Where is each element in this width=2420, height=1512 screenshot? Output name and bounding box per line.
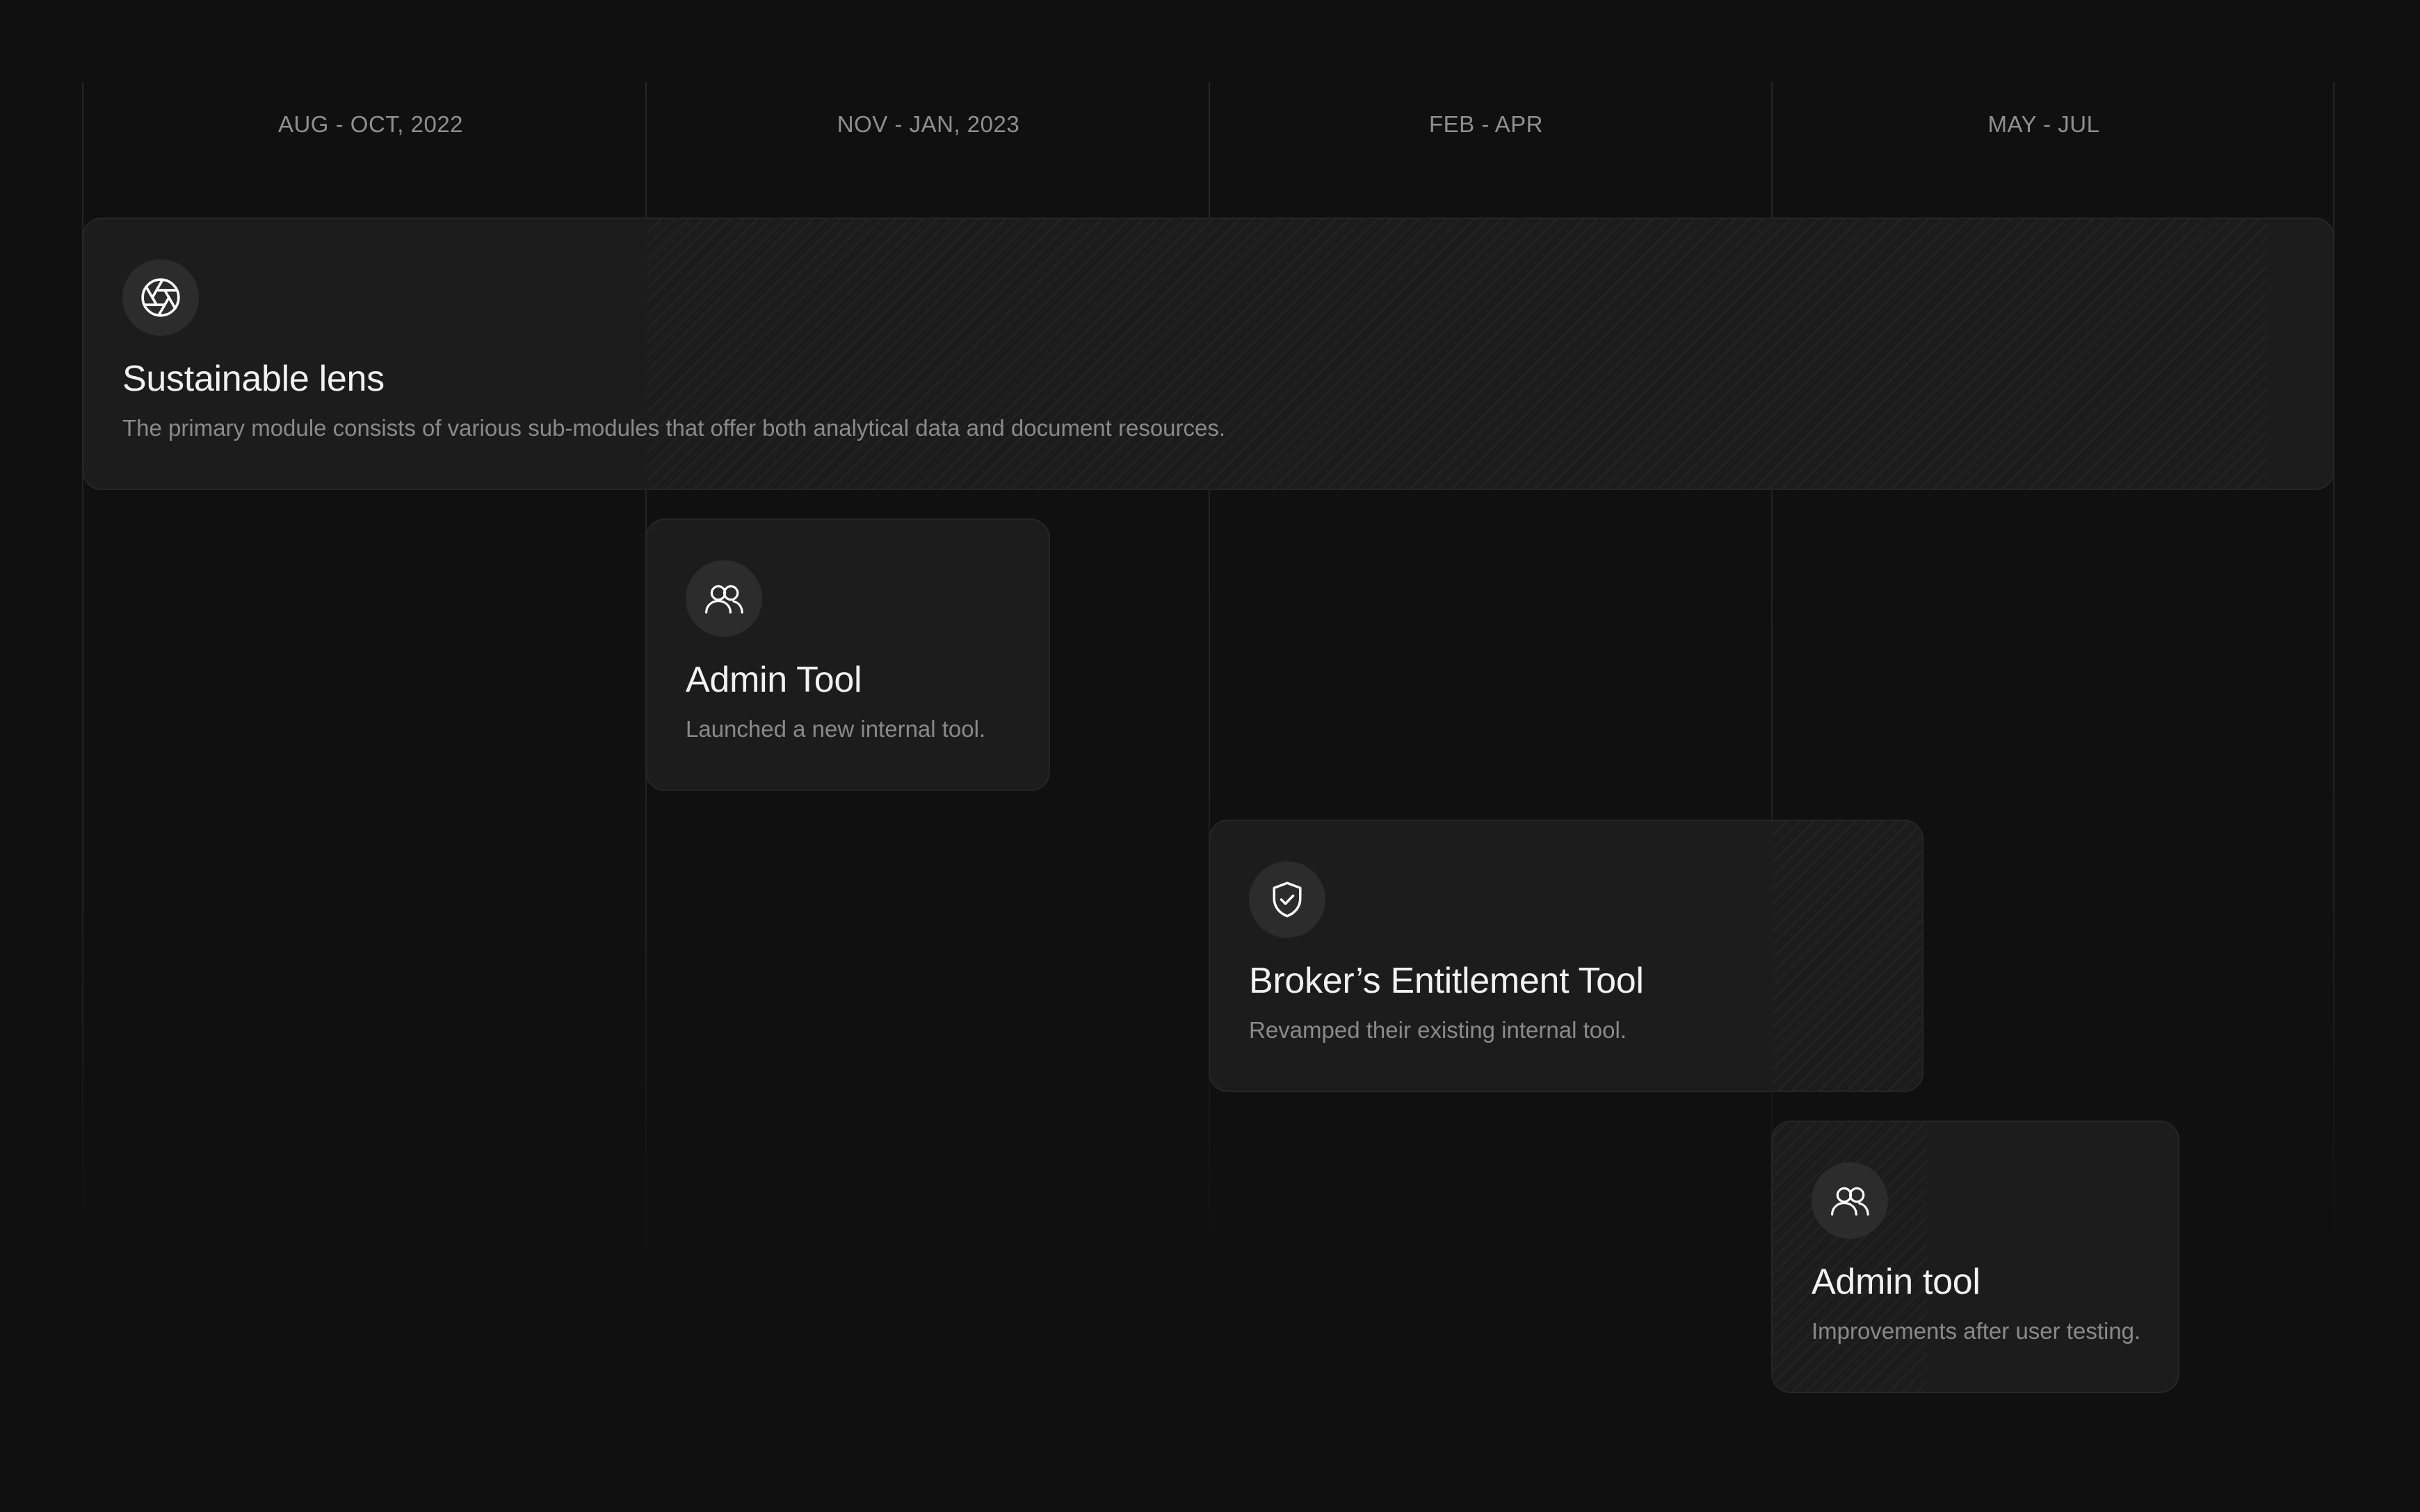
timeline-hatch: [647, 219, 2267, 489]
card-title: Admin tool: [1812, 1262, 1981, 1302]
roadmap-card-admin-tool-improvements[interactable]: Admin tool Improvements after user testi…: [1771, 1121, 2179, 1393]
card-title: Broker’s Entitlement Tool: [1249, 961, 1644, 1001]
roadmap-card-brokers-entitlement-tool[interactable]: Broker’s Entitlement Tool Revamped their…: [1209, 820, 1923, 1092]
icon-container: [1812, 1162, 1888, 1239]
column-header-aug-oct: AUG - OCT, 2022: [277, 111, 464, 137]
icon-container: [122, 259, 199, 336]
roadmap-card-admin-tool[interactable]: Admin Tool Launched a new internal tool.: [645, 519, 1050, 791]
users-icon: [705, 585, 743, 614]
shield-check-icon: [1273, 881, 1302, 918]
users-icon: [1831, 1187, 1869, 1216]
card-title: Sustainable lens: [122, 359, 385, 399]
column-header-may-jul: MAY - JUL: [1987, 111, 2100, 137]
roadmap-timeline: AUG - OCT, 2022 NOV - JAN, 2023 FEB - AP…: [0, 0, 2420, 1512]
column-header-feb-apr: FEB - APR: [1428, 111, 1544, 137]
timeline-hatch: [1772, 821, 1922, 1091]
icon-container: [686, 560, 762, 637]
icon-container: [1249, 861, 1325, 938]
card-description: Launched a new internal tool.: [686, 716, 986, 742]
card-title: Admin Tool: [686, 660, 862, 700]
column-header-nov-jan: NOV - JAN, 2023: [837, 111, 1020, 137]
card-description: Improvements after user testing.: [1812, 1318, 2141, 1344]
aperture-icon: [141, 278, 180, 317]
roadmap-card-sustainable-lens[interactable]: Sustainable lens The primary module cons…: [82, 218, 2334, 490]
card-description: Revamped their existing internal tool.: [1249, 1017, 1627, 1043]
card-description: The primary module consists of various s…: [122, 415, 1226, 441]
